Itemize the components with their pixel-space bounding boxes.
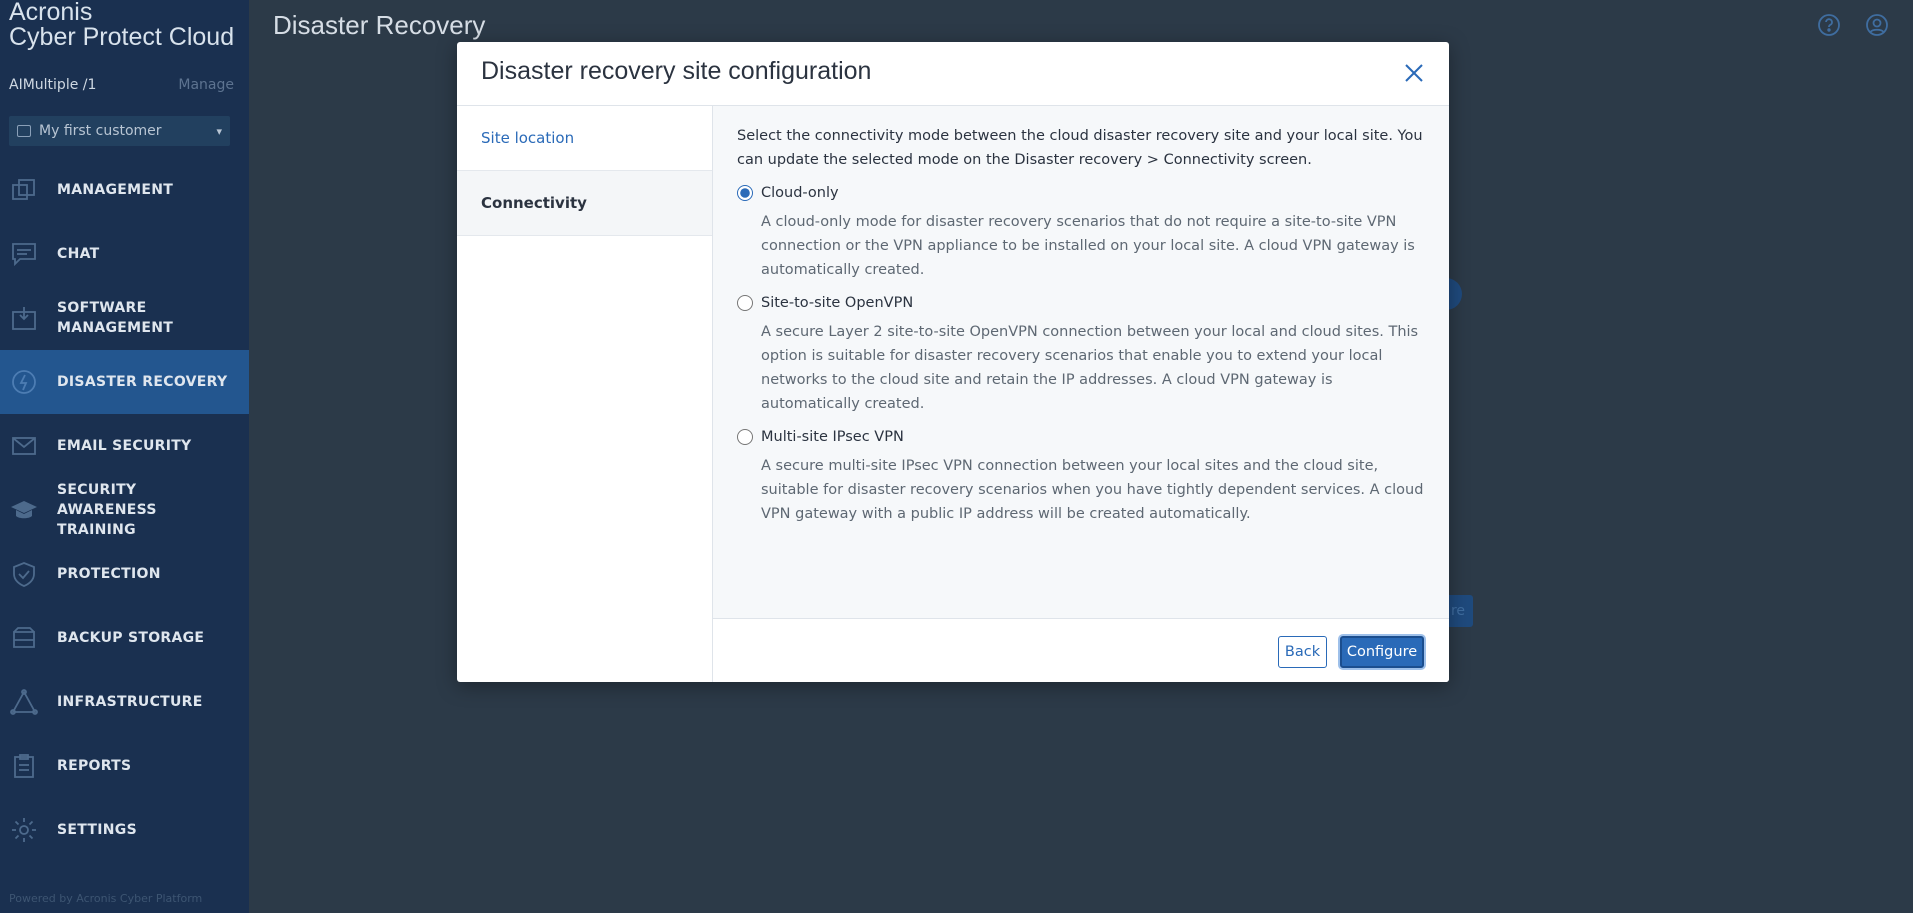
intro-text: Select the connectivity mode between the… xyxy=(737,128,1423,168)
customer-select-value: My first customer xyxy=(39,123,162,139)
sidebar-item-software-management[interactable]: SOFTWARE MANAGEMENT xyxy=(0,286,249,350)
sidebar-item-label: INFRASTRUCTURE xyxy=(57,694,203,710)
gear-icon xyxy=(10,816,38,844)
radio-cloud-only[interactable] xyxy=(737,185,753,201)
dialog-header: Disaster recovery site configuration xyxy=(457,42,1449,106)
sidebar-item-label: CHAT xyxy=(57,246,100,262)
disaster-recovery-icon xyxy=(10,368,38,396)
page-title: Disaster Recovery xyxy=(273,10,486,40)
dialog-footer: Back Configure xyxy=(713,618,1449,682)
step-connectivity[interactable]: Connectivity xyxy=(457,171,712,236)
customer-icon xyxy=(17,125,31,137)
option-multi-site-ipsec-vpn: Multi-site IPsec VPN A secure multi-site… xyxy=(737,426,1425,526)
option-site-to-site-openvpn: Site-to-site OpenVPN A secure Layer 2 si… xyxy=(737,292,1425,416)
storage-icon xyxy=(10,624,38,652)
infrastructure-icon xyxy=(10,688,38,716)
user-account-icon[interactable] xyxy=(1865,13,1889,37)
radio-multi-site-ipsec-vpn[interactable] xyxy=(737,429,753,445)
sidebar-item-label: REPORTS xyxy=(57,758,132,774)
background-button-label: re xyxy=(1450,603,1465,619)
tenant-row: AIMultiple /1 Manage xyxy=(9,77,234,93)
configure-button[interactable]: Configure xyxy=(1340,636,1424,668)
radio-site-to-site-openvpn[interactable] xyxy=(737,295,753,311)
sidebar-item-management[interactable]: MANAGEMENT xyxy=(0,158,249,222)
sidebar-item-label: MANAGEMENT xyxy=(57,182,174,198)
sidebar-item-disaster-recovery[interactable]: DISASTER RECOVERY xyxy=(0,350,249,414)
help-icon[interactable] xyxy=(1817,13,1841,37)
sidebar-item-label: SOFTWARE MANAGEMENT xyxy=(57,300,174,336)
close-icon[interactable] xyxy=(1403,62,1425,84)
software-icon xyxy=(10,304,38,332)
option-label: Multi-site IPsec VPN xyxy=(761,429,904,445)
tenant-name: AIMultiple /1 xyxy=(9,77,97,93)
sidebar-item-label: EMAIL SECURITY xyxy=(57,438,192,454)
option-description: A cloud-only mode for disaster recovery … xyxy=(761,214,1415,278)
sidebar-item-label: PROTECTION xyxy=(57,566,161,582)
dialog-body: Select the connectivity mode between the… xyxy=(713,106,1449,618)
sidebar-item-label: DISASTER RECOVERY xyxy=(57,374,228,390)
dialog-title: Disaster recovery site configuration xyxy=(481,57,872,85)
email-icon xyxy=(10,432,38,460)
option-label: Site-to-site OpenVPN xyxy=(761,295,914,311)
sidebar-item-protection[interactable]: PROTECTION xyxy=(0,542,249,606)
sidebar-item-label: SECURITY AWARENESS TRAINING xyxy=(57,482,157,538)
option-description: A secure multi-site IPsec VPN connection… xyxy=(761,458,1424,522)
sidebar: Acronis Cyber Protect Cloud AIMultiple /… xyxy=(0,0,249,913)
management-icon xyxy=(10,176,38,204)
brand-logo: Acronis Cyber Protect Cloud xyxy=(9,0,234,50)
chevron-down-icon: ▾ xyxy=(216,124,222,138)
sidebar-item-infrastructure[interactable]: INFRASTRUCTURE xyxy=(0,670,249,734)
shield-icon xyxy=(10,560,38,588)
sidebar-item-chat[interactable]: CHAT xyxy=(0,222,249,286)
wizard-steps: Site location Connectivity xyxy=(457,106,713,682)
powered-by: Powered by Acronis Cyber Platform xyxy=(9,892,203,905)
customer-select[interactable]: My first customer ▾ xyxy=(9,116,230,146)
option-label: Cloud-only xyxy=(761,185,839,201)
sidebar-item-security-awareness-training[interactable]: SECURITY AWARENESS TRAINING xyxy=(0,478,249,542)
reports-icon xyxy=(10,752,38,780)
training-icon xyxy=(10,496,38,524)
sidebar-item-reports[interactable]: REPORTS xyxy=(0,734,249,798)
sidebar-item-label: SETTINGS xyxy=(57,822,137,838)
sidebar-item-backup-storage[interactable]: BACKUP STORAGE xyxy=(0,606,249,670)
chat-icon xyxy=(10,240,38,268)
sidebar-item-email-security[interactable]: EMAIL SECURITY xyxy=(0,414,249,478)
brand-line-2: Cyber Protect Cloud xyxy=(9,23,235,51)
option-cloud-only: Cloud-only A cloud-only mode for disaste… xyxy=(737,182,1425,282)
manage-link[interactable]: Manage xyxy=(178,77,234,93)
configuration-dialog: Disaster recovery site configuration Sit… xyxy=(457,42,1449,682)
sidebar-item-settings[interactable]: SETTINGS xyxy=(0,798,249,862)
step-site-location[interactable]: Site location xyxy=(457,106,712,171)
back-button[interactable]: Back xyxy=(1278,636,1327,668)
sidebar-item-label: BACKUP STORAGE xyxy=(57,630,205,646)
sidebar-nav: MANAGEMENT CHAT SOFTWARE MANAGEMENT DISA… xyxy=(0,158,249,862)
option-description: A secure Layer 2 site-to-site OpenVPN co… xyxy=(761,324,1419,412)
